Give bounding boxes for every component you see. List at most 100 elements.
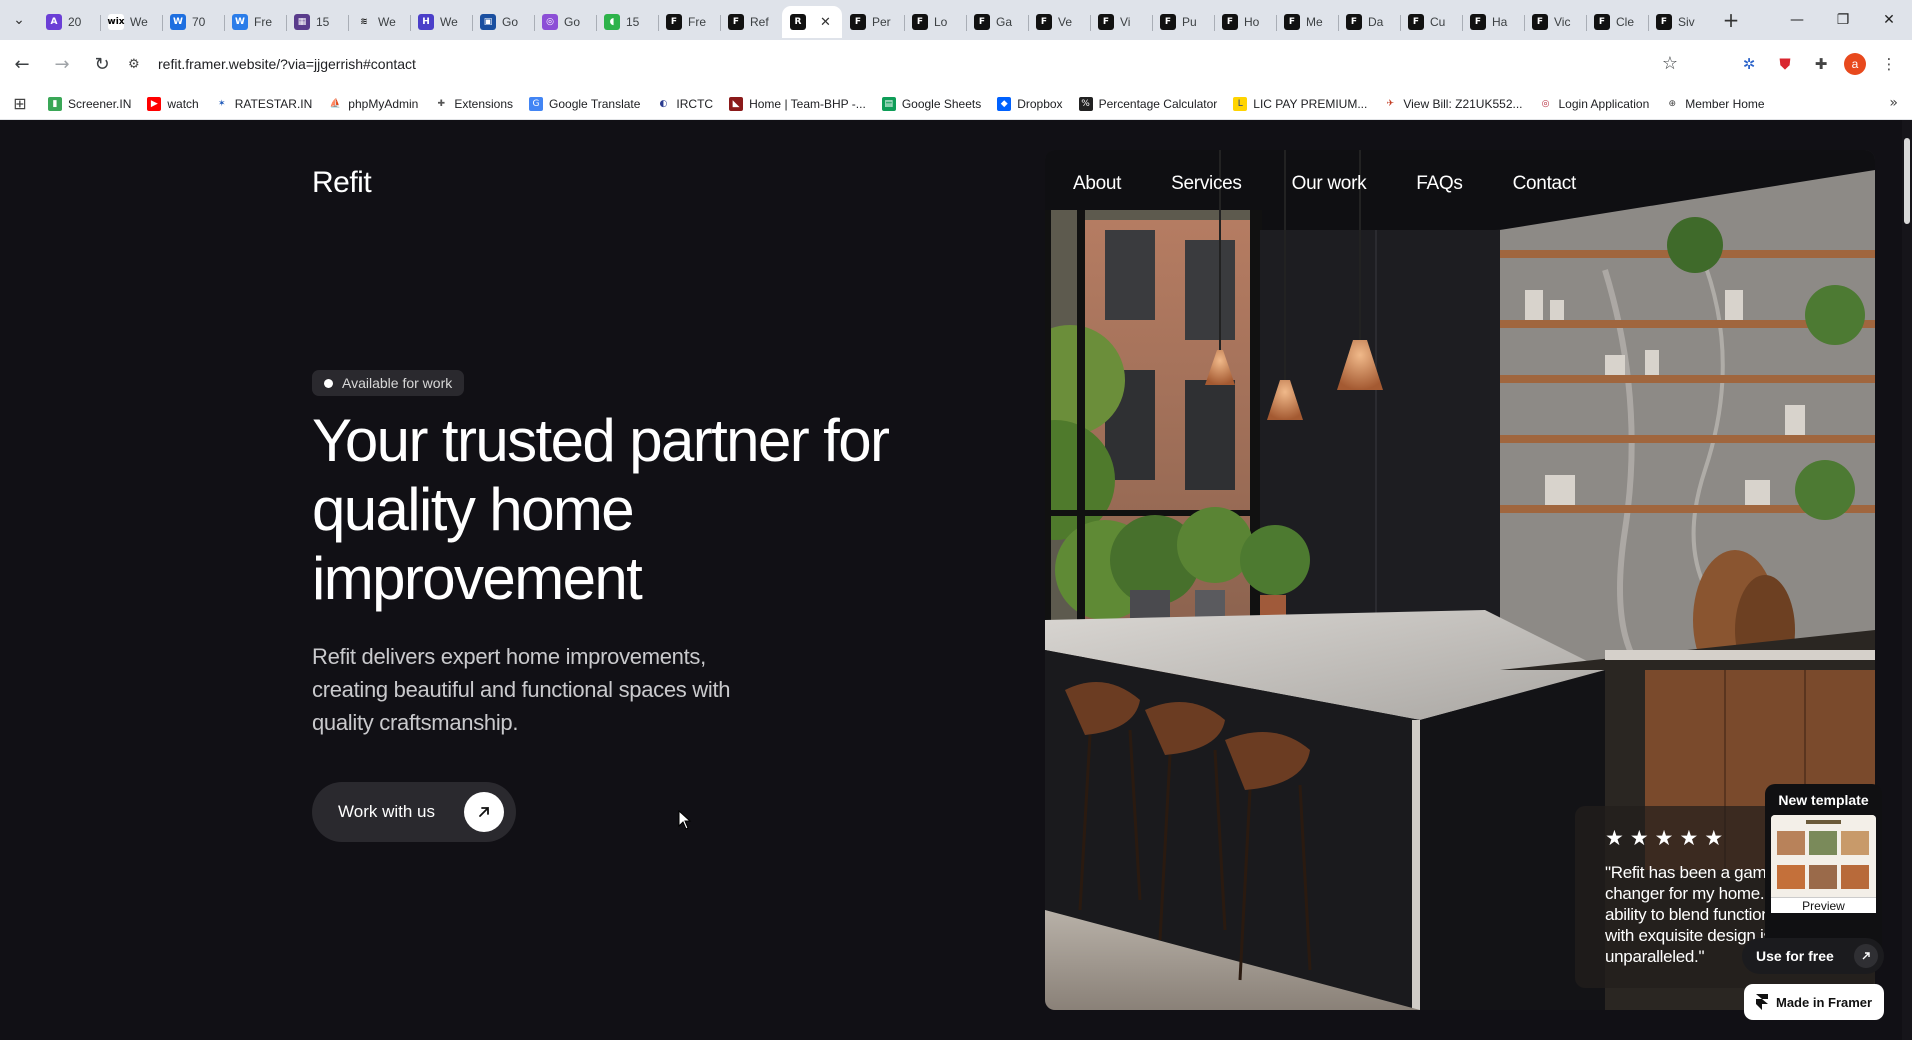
status-dot-icon <box>324 378 333 388</box>
url-text[interactable]: refit.framer.website/?via=jjgerrish#cont… <box>158 56 416 72</box>
nav-link-our-work[interactable]: Our work <box>1292 173 1367 195</box>
tab-favicon-icon: ≋ <box>356 14 372 30</box>
browser-tab[interactable]: F Lo <box>904 6 966 38</box>
tab-active[interactable]: R ✕ <box>782 6 842 38</box>
extension-shield-icon[interactable]: ⛊ <box>1772 51 1798 77</box>
bookmarks-bar: ⊞ ▮ Screener.IN ▶ watch ✶ RATESTAR.IN ⛵ phpMyAd… <box>0 88 1912 120</box>
bookmark-item[interactable]: L LIC PAY PREMIUM... <box>1225 96 1375 111</box>
extension-globe-icon[interactable]: ✲ <box>1736 51 1762 77</box>
apps-grid-icon[interactable]: ⊞ <box>0 94 40 113</box>
scrollbar-thumb[interactable] <box>1904 138 1910 224</box>
site-logo[interactable]: Refit <box>312 166 372 200</box>
extensions-puzzle-icon[interactable]: ✚ <box>1808 51 1834 77</box>
browser-tab[interactable]: ▣ Go <box>472 6 534 38</box>
browser-tab[interactable]: F Me <box>1276 6 1338 38</box>
back-icon[interactable]: ← <box>4 46 40 82</box>
tab-title: Vic <box>1554 15 1571 29</box>
browser-tab[interactable]: F Ho <box>1214 6 1276 38</box>
bookmark-item[interactable]: ✶ RATESTAR.IN <box>207 96 321 111</box>
browser-tab[interactable]: F Per <box>842 6 904 38</box>
bookmark-item[interactable]: G Google Translate <box>521 96 648 111</box>
bookmark-item[interactable]: ◣ Home | Team-BHP -... <box>721 96 874 111</box>
browser-tab[interactable]: F Da <box>1338 6 1400 38</box>
bookmark-item[interactable]: ◎ Login Application <box>1531 96 1658 111</box>
tab-favicon-icon: F <box>666 14 682 30</box>
made-in-framer-badge[interactable]: Made in Framer <box>1744 984 1884 1020</box>
tab-title: We <box>130 15 148 29</box>
nav-link-services[interactable]: Services <box>1171 173 1242 195</box>
browser-tab[interactable]: F Cle <box>1586 6 1648 38</box>
website-page: Refit Available for work Your trusted pa… <box>0 120 1912 1040</box>
browser-tab[interactable]: ▦ 15 <box>286 6 348 38</box>
profile-avatar[interactable]: a <box>1844 53 1866 75</box>
bookmark-item[interactable]: % Percentage Calculator <box>1071 96 1226 111</box>
bookmark-item[interactable]: ◆ Dropbox <box>989 96 1070 111</box>
browser-tab[interactable]: F Ga <box>966 6 1028 38</box>
template-thumbnail <box>1771 815 1876 897</box>
nav-link-faqs[interactable]: FAQs <box>1416 173 1463 195</box>
browser-tab[interactable]: F Ha <box>1462 6 1524 38</box>
work-with-us-button[interactable]: Work with us <box>312 782 516 842</box>
use-for-free-button[interactable]: Use for free <box>1742 938 1884 974</box>
close-window-icon[interactable]: ✕ <box>1866 0 1912 40</box>
browser-tab[interactable]: ◎ Go <box>534 6 596 38</box>
browser-tab[interactable]: wix We <box>100 6 162 38</box>
browser-tab[interactable]: A 20 <box>38 6 100 38</box>
preview-button[interactable]: Preview <box>1771 897 1876 913</box>
bookmark-item[interactable]: ⛵ phpMyAdmin <box>320 96 426 111</box>
new-template-promo[interactable]: New template Preview <box>1765 784 1882 956</box>
browser-tab[interactable]: F Pu <box>1152 6 1214 38</box>
tab-favicon-icon: ◖ <box>604 14 620 30</box>
browser-toolbar: ← → ↻ ⚙ refit.framer.website/?via=jjgerr… <box>0 40 1912 88</box>
nav-link-contact[interactable]: Contact <box>1513 173 1577 195</box>
browser-tab[interactable]: W 70 <box>162 6 224 38</box>
nav-link-about[interactable]: About <box>1073 173 1121 195</box>
bookmark-item[interactable]: ✈ View Bill: Z21UK552... <box>1375 96 1530 111</box>
bookmark-item[interactable]: ▤ Google Sheets <box>874 96 989 111</box>
close-tab-icon[interactable]: ✕ <box>820 15 831 30</box>
tab-title: Go <box>564 15 581 29</box>
browser-tab[interactable]: F Siv <box>1648 6 1710 38</box>
browser-tab[interactable]: W Fre <box>224 6 286 38</box>
bookmark-star-icon[interactable]: ☆ <box>1662 53 1678 74</box>
bookmark-item[interactable]: ◐ IRCTC <box>648 96 721 111</box>
site-info-icon[interactable]: ⚙ <box>128 57 148 72</box>
tab-title: Cle <box>1616 15 1635 29</box>
browser-tab[interactable]: F Ve <box>1028 6 1090 38</box>
minimize-icon[interactable]: — <box>1774 0 1820 40</box>
browser-tab[interactable]: F Fre <box>658 6 720 38</box>
cta-label: Work with us <box>338 802 435 821</box>
tab-title: Ho <box>1244 15 1260 29</box>
address-bar[interactable]: ⚙ refit.framer.website/?via=jjgerrish#co… <box>120 46 1690 82</box>
tabs: A 20 wix We W 70 W Fre ▦ 15 ≋ We H We ▣ Go ◎ Go ◖ 15 F Fre F Re… <box>38 0 1710 40</box>
bookmark-favicon-icon: ⊕ <box>1665 96 1680 111</box>
restore-icon[interactable]: ❐ <box>1820 0 1866 40</box>
page-scrollbar[interactable] <box>1902 120 1912 1040</box>
browser-tab[interactable]: ◖ 15 <box>596 6 658 38</box>
bookmark-favicon-icon: ◎ <box>1538 96 1553 111</box>
tab-title: 20 <box>68 15 82 29</box>
browser-tab[interactable]: F Cu <box>1400 6 1462 38</box>
tab-favicon-icon: A <box>46 14 62 30</box>
browser-tab[interactable]: F Ref <box>720 6 782 38</box>
browser-tab[interactable]: H We <box>410 6 472 38</box>
tab-favicon-icon: ▣ <box>480 14 496 30</box>
more-bookmarks-icon[interactable]: » <box>1889 95 1898 111</box>
new-tab-icon[interactable]: + <box>1716 5 1746 35</box>
bookmark-favicon-icon: G <box>529 96 544 111</box>
browser-tab[interactable]: F Vic <box>1524 6 1586 38</box>
star-icon: ★ <box>1679 826 1699 850</box>
bookmark-item[interactable]: ▮ Screener.IN <box>40 96 139 111</box>
bookmark-item[interactable]: ▶ watch <box>139 96 206 111</box>
tab-search-chevron-icon[interactable]: ⌄ <box>0 0 38 40</box>
browser-tab[interactable]: F Vi <box>1090 6 1152 38</box>
browser-menu-icon[interactable]: ⋮ <box>1876 51 1902 77</box>
reload-icon[interactable]: ↻ <box>84 46 120 82</box>
bookmark-item[interactable]: ✚ Extensions <box>426 96 521 111</box>
bookmark-favicon-icon: ✶ <box>214 96 229 111</box>
forward-icon[interactable]: → <box>44 46 80 82</box>
tab-favicon-icon: F <box>1594 14 1610 30</box>
browser-tab[interactable]: ≋ We <box>348 6 410 38</box>
star-icon: ★ <box>1629 826 1649 850</box>
bookmark-item[interactable]: ⊕ Member Home <box>1657 96 1772 111</box>
